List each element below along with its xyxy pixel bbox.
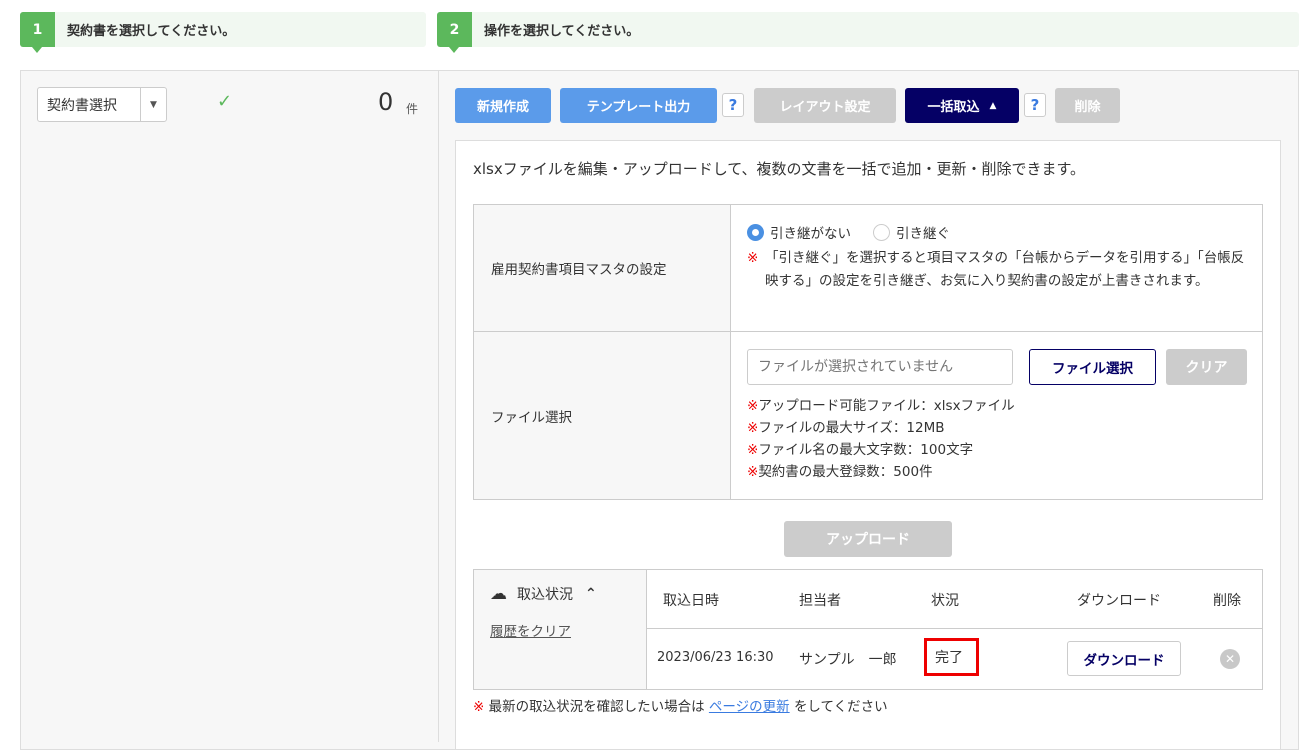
file-note: アップロード可能ファイル：xlsxファイル	[758, 398, 1015, 414]
status-header-cell: ☁ 取込状況 ⌃ 履歴をクリア	[473, 569, 647, 690]
chevron-down-icon: ▼	[140, 88, 166, 121]
chevron-up-icon[interactable]: ⌃	[585, 586, 597, 602]
header-state: 状況	[931, 593, 959, 609]
check-icon: ✓	[217, 91, 233, 112]
refresh-note-pre: 最新の取込状況を確認したい場合は	[488, 699, 705, 715]
step-text: 操作を選択してください。	[484, 24, 640, 39]
file-select-button[interactable]: ファイル選択	[1029, 349, 1156, 385]
note-mark: ※	[747, 420, 759, 436]
description: xlsxファイルを編集・アップロードして、複数の文書を一括で追加・更新・削除でき…	[473, 160, 1086, 178]
count-value: 0	[378, 88, 394, 116]
refresh-note: ※ 最新の取込状況を確認したい場合は ページの更新 をしてください	[473, 695, 888, 715]
caret-up-icon: ▲	[989, 100, 997, 111]
note-mark: ※	[747, 442, 759, 458]
bulk-import-label: 一括取込	[927, 100, 980, 115]
step-2-header: 2 操作を選択してください。	[437, 12, 1299, 53]
delete-circle-icon[interactable]: ✕	[1220, 649, 1240, 669]
step-1-header: 1 契約書を選択してください。	[20, 12, 426, 53]
file-select-cell: ファイル選択 クリア ※アップロード可能ファイル：xlsxファイル ※ファイルの…	[730, 331, 1263, 500]
header-user: 担当者	[799, 593, 841, 609]
header-datetime: 取込日時	[663, 593, 719, 609]
clear-history-link[interactable]: 履歴をクリア	[490, 620, 571, 640]
refresh-note-post: をしてください	[793, 699, 888, 715]
count-unit: 件	[406, 102, 419, 116]
bulk-import-button[interactable]: 一括取込 ▲	[905, 88, 1019, 123]
step-text: 契約書を選択してください。	[67, 24, 236, 39]
header-download: ダウンロード	[1077, 593, 1161, 609]
divider	[438, 71, 439, 742]
page-refresh-link[interactable]: ページの更新	[709, 699, 790, 715]
note-mark: ※	[747, 398, 759, 414]
contract-select[interactable]: 契約書選択 ▼	[37, 87, 167, 122]
file-note: ファイルの最大サイズ：12MB	[758, 420, 945, 436]
note-mark: ※	[747, 250, 759, 266]
radio-label: 引き継がない	[770, 226, 851, 242]
file-note: 契約書の最大登録数：500件	[758, 464, 933, 480]
row-state: 完了	[924, 638, 979, 676]
help-icon[interactable]: ?	[1024, 93, 1046, 117]
upload-button[interactable]: アップロード	[784, 521, 952, 557]
radio-label: 引き継ぐ	[896, 226, 950, 242]
download-button[interactable]: ダウンロード	[1067, 641, 1181, 676]
template-export-button[interactable]: テンプレート出力	[560, 88, 717, 123]
note-mark: ※	[747, 464, 759, 480]
file-note: ファイル名の最大文字数：100文字	[758, 442, 974, 458]
master-note: 「引き継ぐ」を選択すると項目マスタの「台帳からデータを引用する」「台帳反映する」…	[765, 250, 1245, 289]
file-select-label: ファイル選択	[473, 331, 731, 500]
row-user: サンプル 一郎	[799, 652, 897, 668]
master-setting-label: 雇用契約書項目マスタの設定	[473, 204, 731, 332]
radio-no-inherit[interactable]	[747, 223, 764, 241]
contract-select-label: 契約書選択	[47, 97, 117, 114]
master-setting-cell: 引き継がない 引き継ぐ ※ 「引き継ぐ」を選択すると項目マスタの「台帳からデータ…	[730, 204, 1263, 332]
status-table: 取込日時 担当者 状況 ダウンロード 削除 2023/06/23 16:30 サ…	[646, 569, 1263, 690]
status-title: 取込状況	[517, 587, 573, 603]
file-name-input[interactable]	[747, 349, 1013, 385]
step-badge: 1	[20, 12, 55, 53]
delete-button[interactable]: 削除	[1055, 88, 1120, 123]
layout-settings-button[interactable]: レイアウト設定	[754, 88, 896, 123]
radio-inherit[interactable]	[873, 223, 890, 241]
new-button[interactable]: 新規作成	[455, 88, 551, 123]
row-datetime: 2023/06/23 16:30	[657, 650, 774, 665]
cloud-download-icon: ☁	[490, 584, 507, 604]
clear-button[interactable]: クリア	[1166, 349, 1247, 385]
header-delete: 削除	[1213, 593, 1241, 609]
help-icon[interactable]: ?	[722, 93, 744, 117]
note-mark: ※	[473, 699, 485, 715]
step-badge: 2	[437, 12, 472, 53]
